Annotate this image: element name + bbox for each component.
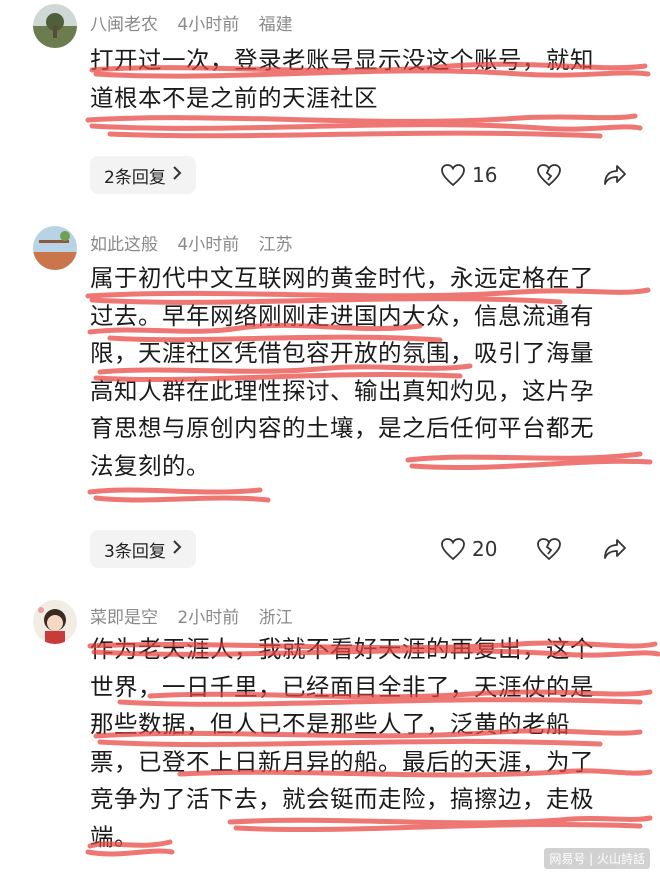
underline-scribble bbox=[87, 487, 263, 495]
text-line: 过去。早年网络刚刚走进国内大众，信息流通有 bbox=[90, 301, 594, 330]
comment-text: 属于初代中文互联网的黄金时代，永远定格在了 过去。早年网络刚刚走进国内大众，信息… bbox=[90, 260, 650, 485]
share-button[interactable] bbox=[603, 538, 627, 560]
text-line: 世界，一日千里，已经面目全非了，天涯仗的是 bbox=[90, 672, 594, 701]
like-count: 20 bbox=[472, 537, 498, 561]
username[interactable]: 如此这般 bbox=[90, 235, 158, 255]
comment-meta: 菜即是空 2小时前 浙江 bbox=[90, 603, 307, 628]
location: 江苏 bbox=[258, 235, 293, 255]
location: 福建 bbox=[258, 15, 293, 35]
share-button[interactable] bbox=[603, 164, 627, 186]
replies-label: 2条回复 bbox=[104, 167, 166, 188]
timestamp: 4小时前 bbox=[177, 15, 240, 35]
text-line: 育思想与原创内容的土壤，是之后任何平台都无 bbox=[90, 414, 594, 442]
underline-scribble bbox=[89, 122, 643, 132]
timestamp: 2小时前 bbox=[177, 608, 240, 628]
heart-icon bbox=[440, 163, 466, 187]
avatar[interactable] bbox=[33, 226, 77, 270]
text-line: 法复刻的。 bbox=[90, 451, 210, 480]
broken-heart-icon bbox=[536, 163, 562, 187]
underline-scribble bbox=[93, 495, 271, 503]
like-count: 16 bbox=[472, 163, 498, 187]
share-icon bbox=[603, 538, 627, 560]
text-line: 打开过一次，登录老账号显示没这个账号，就知 bbox=[90, 46, 594, 74]
text-line: 道根本不是之前的天涯社区 bbox=[90, 83, 378, 112]
like-button[interactable]: 20 bbox=[440, 537, 497, 561]
underline-scribble bbox=[107, 130, 603, 139]
heart-icon bbox=[440, 537, 466, 561]
view-replies-button[interactable]: 2条回复 bbox=[90, 156, 196, 194]
comment-text: 作为老天涯人，我就不看好天涯的再复出，这个 世界，一日千里，已经面目全非了，天涯… bbox=[90, 631, 650, 856]
avatar[interactable] bbox=[33, 600, 77, 644]
avatar[interactable] bbox=[33, 4, 77, 48]
watermark: 网易号 | 火山詩話 bbox=[544, 848, 650, 869]
replies-label: 3条回复 bbox=[104, 541, 166, 562]
username[interactable]: 八闽老农 bbox=[90, 15, 158, 35]
text-line: 那些数据，但人已不是那些人了，泛黄的老船 bbox=[90, 710, 570, 738]
broken-heart-icon bbox=[536, 537, 562, 561]
comment-text: 打开过一次，登录老账号显示没这个账号，就知 道根本不是之前的天涯社区 bbox=[90, 42, 650, 117]
comment-meta: 八闽老农 4小时前 福建 bbox=[90, 10, 307, 35]
text-line: 属于初代中文互联网的黄金时代，永远定格在了 bbox=[90, 264, 594, 292]
username[interactable]: 菜即是空 bbox=[90, 608, 158, 628]
text-line: 限，天涯社区凭借包容开放的氛围，吸引了海量 bbox=[90, 339, 594, 367]
timestamp: 4小时前 bbox=[177, 235, 240, 255]
share-icon bbox=[603, 164, 627, 186]
view-replies-button[interactable]: 3条回复 bbox=[90, 530, 196, 568]
location: 浙江 bbox=[258, 608, 293, 628]
text-line: 竞争为了活下去，就会铤而走险，搞擦边，走极 bbox=[90, 785, 594, 813]
like-button[interactable]: 16 bbox=[440, 163, 497, 187]
text-line: 高知人群在此理性探讨、输出真知灼见，这片孕 bbox=[90, 376, 594, 405]
comment-meta: 如此这般 4小时前 江苏 bbox=[90, 230, 307, 255]
text-line: 票，已登不上日新月异的船。最后的天涯，为了 bbox=[90, 747, 594, 776]
chevron-right-icon bbox=[172, 165, 182, 185]
text-line: 作为老天涯人，我就不看好天涯的再复出，这个 bbox=[90, 635, 594, 663]
chevron-right-icon bbox=[172, 539, 182, 559]
dislike-button[interactable] bbox=[536, 163, 562, 187]
dislike-button[interactable] bbox=[536, 537, 562, 561]
